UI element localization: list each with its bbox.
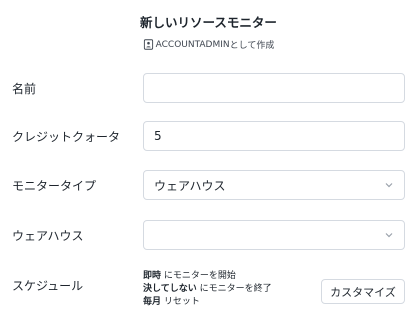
- schedule-label: スケジュール: [12, 279, 84, 293]
- schedule-end-line: 決してしない にモニターを終了: [143, 283, 303, 296]
- owner-role: ACCOUNTADMIN: [155, 39, 230, 50]
- monitor-type-value: ウェアハウス: [154, 178, 226, 193]
- schedule-reset-when: 毎月: [143, 297, 162, 307]
- customize-schedule-button[interactable]: カスタマイズ: [321, 279, 405, 304]
- monitor-type-select[interactable]: ウェアハウス: [143, 170, 405, 200]
- name-label: 名前: [12, 82, 37, 96]
- schedule-start-line: 即時 にモニターを開始: [143, 270, 303, 283]
- schedule-reset-line: 毎月 リセット: [143, 296, 303, 309]
- warehouse-select[interactable]: [143, 220, 405, 250]
- credit-quota-input[interactable]: 5: [143, 121, 405, 151]
- owner-role-line: ACCOUNTADMIN として作成: [0, 38, 417, 51]
- name-input[interactable]: [143, 73, 405, 103]
- credit-quota-label: クレジットクォータ: [12, 130, 121, 144]
- chevron-down-icon: [384, 180, 394, 190]
- chevron-down-icon: [384, 230, 394, 240]
- schedule-summary: 即時 にモニターを開始 決してしない にモニターを終了 毎月 リセット: [143, 270, 303, 309]
- credit-quota-value: 5: [154, 129, 162, 143]
- dialog-title: 新しいリソースモニター: [140, 15, 277, 30]
- schedule-start-text: にモニターを開始: [163, 271, 236, 281]
- new-resource-monitor-dialog: 新しいリソースモニター ACCOUNTADMIN として作成 名前 クレジットクォ…: [0, 0, 417, 319]
- schedule-start-when: 即時: [143, 271, 162, 281]
- user-badge-icon: [143, 39, 154, 50]
- warehouse-label: ウェアハウス: [12, 229, 84, 243]
- schedule-end-when: 決してしない: [143, 284, 197, 294]
- schedule-reset-text: リセット: [163, 297, 200, 307]
- owner-suffix: として作成: [229, 41, 275, 51]
- schedule-end-text: にモニターを終了: [199, 284, 272, 294]
- monitor-type-label: モニタータイプ: [12, 179, 97, 193]
